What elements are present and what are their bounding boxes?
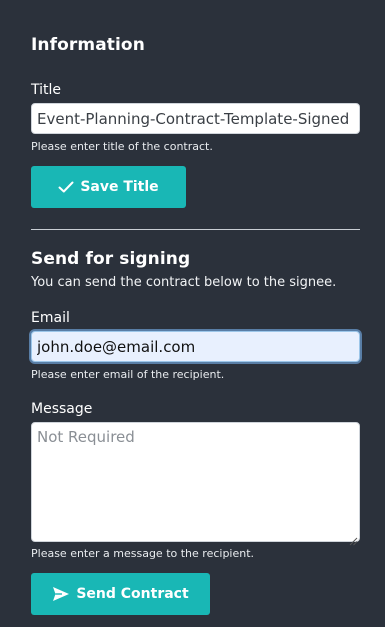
save-title-button[interactable]: Save Title — [31, 166, 186, 208]
send-contract-button-label: Send Contract — [76, 586, 189, 602]
title-input[interactable] — [31, 103, 360, 134]
message-label: Message — [31, 401, 93, 417]
email-input[interactable] — [31, 331, 360, 362]
save-title-button-label: Save Title — [80, 179, 159, 195]
message-textarea[interactable] — [31, 422, 360, 542]
send-contract-button[interactable]: Send Contract — [31, 573, 210, 615]
section-divider — [31, 229, 360, 230]
send-for-signing-subtitle: You can send the contract below to the s… — [31, 275, 337, 290]
paper-plane-icon — [52, 586, 70, 602]
send-for-signing-heading: Send for signing — [31, 249, 191, 269]
title-label: Title — [31, 82, 62, 98]
email-help-text: Please enter email of the recipient. — [31, 368, 225, 381]
resize-handle-icon[interactable] — [349, 531, 358, 546]
message-help-text: Please enter a message to the recipient. — [31, 547, 255, 560]
title-help-text: Please enter title of the contract. — [31, 140, 213, 153]
information-heading: Information — [31, 35, 145, 55]
check-icon — [58, 181, 74, 193]
email-label: Email — [31, 310, 70, 326]
